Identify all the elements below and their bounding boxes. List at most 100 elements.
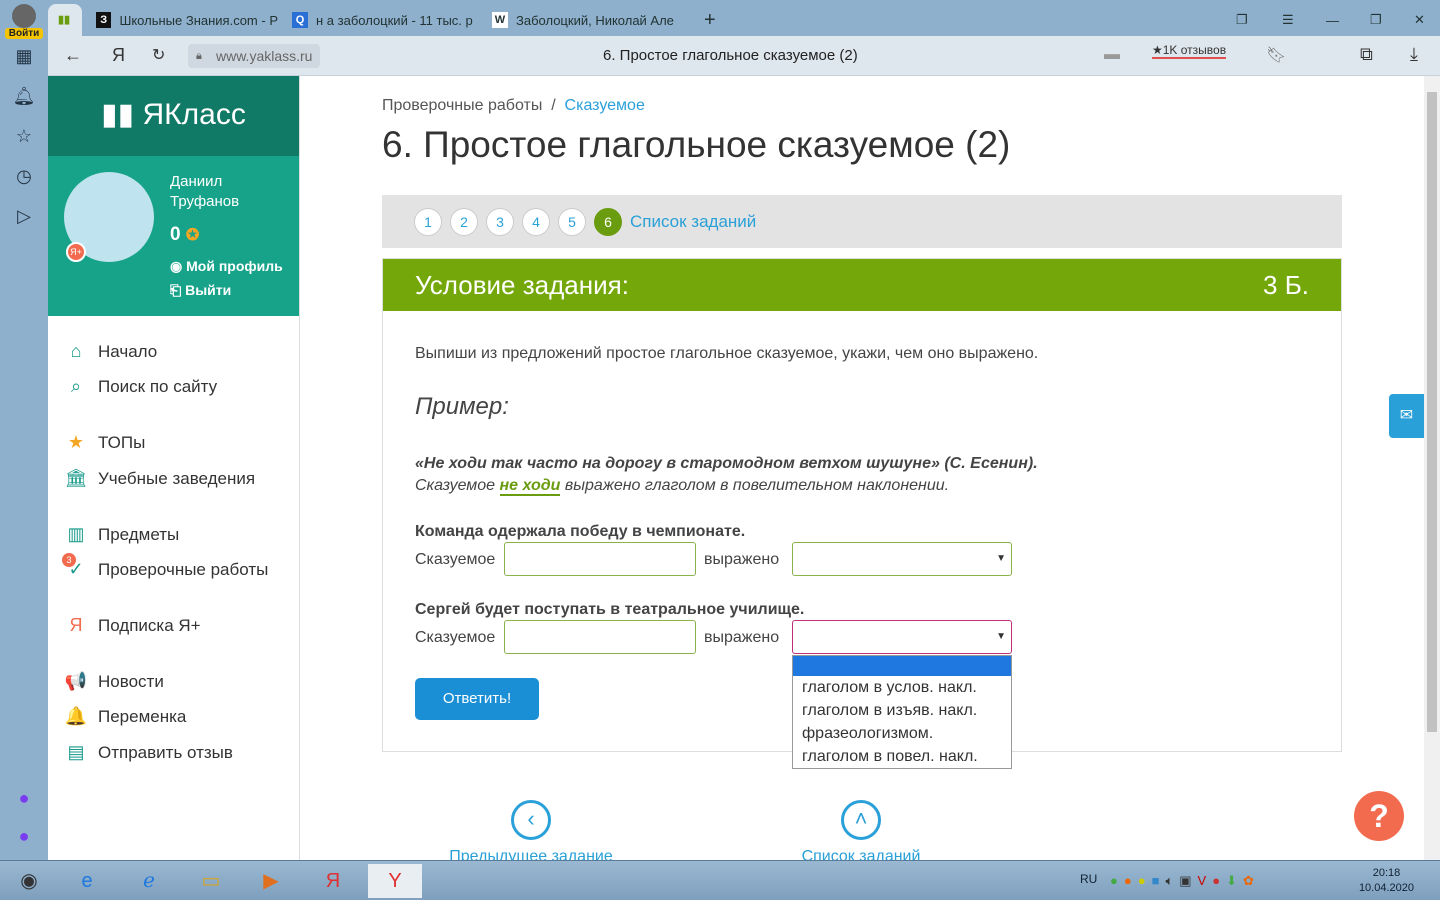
yandex-app-icon[interactable]: Я: [306, 864, 360, 898]
expressed-select-2[interactable]: ▼: [792, 620, 1012, 654]
history-icon[interactable]: ◷: [12, 166, 36, 190]
messenger-icon[interactable]: ●: [12, 788, 36, 812]
task-list-link[interactable]: Список заданий: [630, 212, 756, 232]
profile-icon: ◉: [170, 258, 187, 274]
task-header-title: Условие задания:: [415, 269, 629, 300]
video-icon[interactable]: ▷: [12, 206, 36, 230]
tab-wikipedia[interactable]: W Заболоцкий, Николай Але: [484, 4, 674, 36]
expressed-label: выражено: [704, 551, 780, 568]
page-title: 6. Простое глагольное сказуемое (2): [382, 124, 1011, 165]
ie-icon[interactable]: e: [60, 864, 114, 898]
feedback-icon: ▤: [67, 742, 85, 762]
breadcrumb-item[interactable]: Сказуемое: [565, 97, 645, 114]
dropdown-option[interactable]: [793, 656, 1011, 676]
sidebar-item-label: Отправить отзыв: [98, 742, 233, 762]
yandex-browser-icon[interactable]: Y: [368, 864, 422, 898]
points: 0 ✪: [170, 224, 199, 246]
chevron-down-icon: ▼: [996, 631, 1006, 642]
avatar-icon: [12, 4, 36, 28]
step-3[interactable]: 3: [486, 207, 514, 236]
menu-icon[interactable]: ☰: [1274, 4, 1304, 36]
sidebar-item-home[interactable]: ⌂ Начало: [64, 341, 158, 362]
logo-text: ЯКласс: [142, 98, 246, 131]
question-1: Команда одержала победу в чемпионате.: [415, 523, 746, 540]
dropdown-option[interactable]: глаголом в изъяв. накл.: [793, 699, 1011, 722]
mail-icon[interactable]: ✉: [1389, 394, 1424, 438]
ie-icon[interactable]: ℯ: [122, 864, 176, 898]
sidebar-item-label: Поиск по сайту: [98, 376, 218, 396]
sidebar-item-subjects[interactable]: ▥ Предметы: [64, 524, 179, 545]
megaphone-icon: 📢: [64, 671, 88, 691]
predicate-label: Сказуемое: [415, 551, 496, 568]
reload-icon[interactable]: ↻: [152, 45, 165, 65]
logout-link[interactable]: ⎗ Выйти: [170, 282, 231, 299]
sidebar-item-subscription[interactable]: Я Подписка Я+: [64, 615, 201, 636]
task-score: 3 Б.: [1263, 269, 1309, 300]
sidebar-item-tops[interactable]: ★ ТОПы: [64, 432, 145, 453]
yandex-icon[interactable]: Я: [112, 45, 125, 66]
tab-znania[interactable]: З Школьные Знания.com - Р: [88, 4, 278, 36]
help-icon[interactable]: ?: [1354, 791, 1404, 841]
login-button[interactable]: Войти: [5, 4, 43, 39]
minimize-icon[interactable]: —: [1318, 4, 1348, 36]
prev-task-link[interactable]: ‹ Предыдущее задание: [446, 800, 616, 866]
language-indicator[interactable]: RU: [1080, 872, 1097, 886]
folder-icon[interactable]: ▭: [184, 864, 238, 898]
tab-manager-icon[interactable]: ❐: [1228, 4, 1258, 36]
close-icon[interactable]: ✕: [1406, 4, 1436, 36]
chevron-left-icon: ‹: [511, 800, 551, 840]
site-logo[interactable]: ▮▮ ЯКласс: [48, 76, 299, 156]
sidebar-item-search[interactable]: ⌕ Поиск по сайту: [64, 376, 217, 397]
user-name[interactable]: Даниил Труфанов: [170, 172, 250, 212]
scrollbar-thumb[interactable]: [1427, 92, 1437, 732]
expressed-label: выражено: [704, 629, 780, 646]
breadcrumb-item[interactable]: Проверочные работы: [382, 97, 542, 114]
step-1[interactable]: 1: [414, 207, 442, 236]
example-explanation: Сказуемое не ходи выражено глаголом в по…: [415, 477, 949, 496]
dropdown-list: глаголом в услов. накл. глаголом в изъяв…: [792, 655, 1012, 769]
start-button[interactable]: ◉: [2, 864, 56, 898]
sidebar-item-news[interactable]: 📢 Новости: [64, 671, 164, 692]
dropdown-option[interactable]: глаголом в услов. накл.: [793, 676, 1011, 699]
comment-icon[interactable]: ▬: [1104, 46, 1120, 64]
dropdown-option[interactable]: глаголом в повел. накл.: [793, 745, 1011, 768]
question-2: Сергей будет поступать в театральное учи…: [415, 601, 805, 618]
back-icon[interactable]: ←: [64, 45, 82, 66]
dropdown-option[interactable]: фразеологизмом.: [793, 722, 1011, 745]
tab-search[interactable]: Qн а заболоцкий - 11 тыс. р: [284, 4, 474, 36]
maximize-icon[interactable]: ❐: [1362, 4, 1392, 36]
reviews-badge[interactable]: ★1K отзывов: [1152, 43, 1227, 59]
media-player-icon[interactable]: ▶: [244, 864, 298, 898]
predicate-input-1[interactable]: [504, 542, 696, 576]
bookmark-icon[interactable]: 🔖︎: [1266, 45, 1286, 65]
time: 20:18: [1372, 867, 1401, 879]
sidebar-item-schools[interactable]: 🏛 Учебные заведения: [64, 468, 256, 489]
clock[interactable]: 20:18 10.04.2020: [1359, 866, 1414, 896]
step-4[interactable]: 4: [522, 207, 550, 236]
task-list-bottom-link[interactable]: ˄ Список заданий: [786, 800, 936, 866]
step-6[interactable]: 6: [594, 207, 622, 236]
apps-icon[interactable]: ▦: [12, 46, 36, 70]
star-icon[interactable]: ☆: [12, 126, 36, 150]
tray-icons[interactable]: ●●●■🔈︎▣V●⬇✿: [1110, 873, 1260, 889]
expressed-select-1[interactable]: ▼: [792, 542, 1012, 576]
lock-icon: 🔒︎: [196, 50, 202, 62]
sidebar-item-feedback[interactable]: ▤ Отправить отзыв: [64, 742, 233, 763]
tab-yaklass[interactable]: ▮▮: [48, 4, 82, 36]
download-icon[interactable]: ⤓: [1410, 44, 1418, 65]
submit-button[interactable]: Ответить!: [415, 678, 539, 720]
scrollbar[interactable]: [1424, 76, 1440, 860]
step-5[interactable]: 5: [558, 207, 586, 236]
chevron-down-icon: ▼: [996, 553, 1006, 564]
url-field[interactable]: 🔒︎ www.yaklass.ru: [188, 44, 321, 68]
sidebar-item-label: Начало: [98, 341, 158, 361]
new-tab-button[interactable]: +: [696, 4, 724, 36]
alice-icon[interactable]: ●: [12, 826, 36, 850]
bell-icon[interactable]: 🔔︎: [12, 86, 36, 110]
sidebar-item-tests[interactable]: ✓ Проверочные работы 3: [62, 553, 268, 580]
step-2[interactable]: 2: [450, 207, 478, 236]
my-profile-link[interactable]: ◉ Мой профиль: [170, 258, 283, 275]
translate-icon[interactable]: ⧉: [1360, 44, 1373, 65]
predicate-input-2[interactable]: [504, 620, 696, 654]
sidebar-item-break[interactable]: 🔔 Переменка: [64, 706, 187, 727]
